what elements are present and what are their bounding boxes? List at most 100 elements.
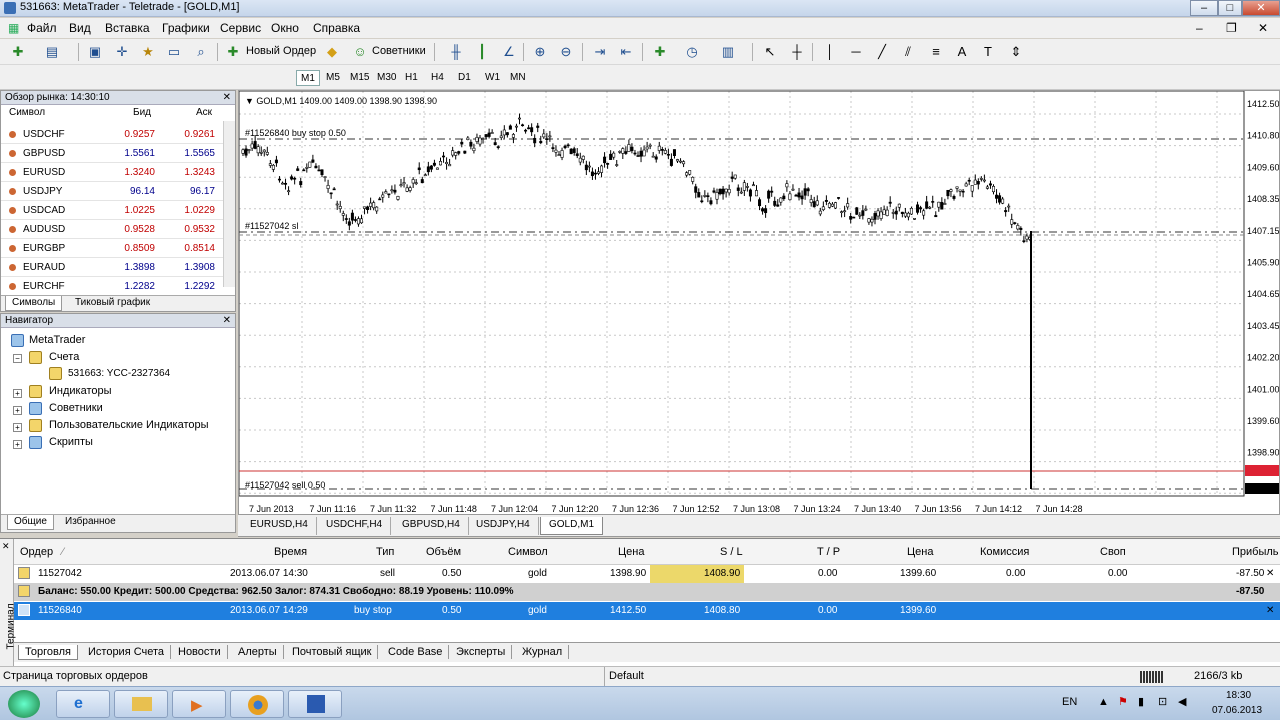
market-watch-row[interactable]: USDCAD 1.0225 1.0229 [1, 201, 223, 220]
chart-tab-usdchf[interactable]: USDCHF,H4 [318, 517, 392, 535]
tf-m1[interactable]: M1 [296, 70, 320, 86]
chart-tab-eurusd[interactable]: EURUSD,H4 [242, 517, 317, 535]
clock-date[interactable]: 07.06.2013 [1212, 705, 1262, 716]
fibonacci-icon[interactable]: ≡ [928, 44, 944, 60]
expand-icon[interactable]: + [13, 406, 22, 415]
price-chart[interactable]: 1412.50 1410.80 1409.60 1408.35 1407.15 1405.… [238, 90, 1280, 515]
nav-custom-indicators[interactable]: Пользовательские Индикаторы [49, 419, 209, 431]
ie-icon[interactable]: e [56, 690, 110, 718]
tab-favorites[interactable]: Избранное [59, 515, 122, 530]
experts-button[interactable]: Советники [372, 45, 426, 57]
zoom-in-icon[interactable]: ⊕ [532, 44, 548, 60]
col-symbol[interactable]: Символ [9, 107, 45, 125]
tab-symbols[interactable]: Символы [5, 296, 63, 311]
close-icon[interactable]: ✕ [223, 314, 231, 328]
order-row[interactable]: 11527042 2013.06.07 14:30 sell 0.50 gold… [14, 565, 1280, 583]
tf-d1[interactable]: D1 [454, 70, 475, 86]
tray-network-icon[interactable]: ▮ [1138, 695, 1144, 708]
col-ask[interactable]: Аск [196, 107, 212, 125]
expand-icon[interactable]: + [13, 423, 22, 432]
tray-arrow-icon[interactable]: ▲ [1098, 696, 1109, 708]
market-watch-row[interactable]: GBPUSD 1.5561 1.5565 [1, 144, 223, 163]
navigator-icon[interactable]: ★ [140, 44, 156, 60]
nav-scripts[interactable]: Скрипты [49, 436, 93, 448]
metaeditor-icon[interactable]: ◆ [324, 44, 340, 60]
pending-sl[interactable]: 1408.80 [704, 605, 740, 616]
nav-account[interactable]: 531663: YCC-2327364 [68, 368, 170, 379]
col-current-price[interactable]: Цена [907, 546, 933, 558]
bar-chart-icon[interactable]: ╫ [448, 44, 464, 60]
tray-volume-icon[interactable]: ◀ [1178, 695, 1186, 708]
chart-tab-gold[interactable]: GOLD,M1 [540, 517, 604, 535]
periods-icon[interactable]: ◷ [684, 44, 700, 60]
profiles-icon[interactable]: ▤ [44, 44, 60, 60]
start-button[interactable] [8, 690, 40, 718]
tf-w1[interactable]: W1 [481, 70, 504, 86]
market-watch-row[interactable]: EURGBP 0.8509 0.8514 [1, 239, 223, 258]
menu-window[interactable]: Окно [271, 21, 299, 35]
col-time[interactable]: Время [274, 546, 307, 558]
market-watch-row[interactable]: USDCHF 0.9257 0.9261 [1, 125, 223, 144]
minimize-button[interactable]: – [1190, 0, 1218, 16]
market-watch-row[interactable]: EURUSD 1.3240 1.3243 [1, 163, 223, 182]
vertical-line-icon[interactable]: │ [822, 44, 838, 60]
nav-experts[interactable]: Советники [49, 402, 103, 414]
col-bid[interactable]: Бид [133, 107, 151, 125]
tab-news[interactable]: Новости [172, 645, 228, 659]
terminal-icon[interactable]: ▭ [166, 44, 182, 60]
col-tp[interactable]: T / P [817, 546, 840, 558]
autoscroll-icon[interactable]: ⇥ [592, 44, 608, 60]
close-icon[interactable]: ✕ [223, 91, 231, 105]
nav-indicators[interactable]: Индикаторы [49, 385, 112, 397]
cursor-icon[interactable]: ↖ [762, 44, 778, 60]
col-sl[interactable]: S / L [720, 546, 743, 558]
col-profit[interactable]: Прибыль [1232, 546, 1279, 558]
expand-icon[interactable]: + [13, 440, 22, 449]
tab-alerts[interactable]: Алерты [232, 645, 284, 659]
col-volume[interactable]: Объём [426, 546, 461, 558]
text-icon[interactable]: A [954, 44, 970, 60]
market-watch-row[interactable]: EURAUD 1.3898 1.3908 [1, 258, 223, 277]
close-icon[interactable]: ✕ [1266, 568, 1274, 579]
strategy-tester-icon[interactable]: ⌕ [193, 44, 209, 60]
templates-icon[interactable]: ▥ [720, 44, 736, 60]
zoom-out-icon[interactable]: ⊖ [558, 44, 574, 60]
text-label-icon[interactable]: T [980, 44, 996, 60]
col-order[interactable]: Ордер [20, 546, 53, 558]
chart-tab-gbpusd[interactable]: GBPUSD,H4 [394, 517, 469, 535]
scrollbar[interactable] [223, 121, 235, 287]
mdi-restore[interactable]: ❐ [1226, 21, 1237, 35]
chart-canvas[interactable]: 1412.50 1410.80 1409.60 1408.35 1407.15 1405.… [239, 91, 1279, 514]
tray-flag-icon[interactable]: ⚑ [1118, 695, 1128, 708]
data-window-icon[interactable]: ✛ [114, 44, 130, 60]
tab-mailbox[interactable]: Почтовый ящик [286, 645, 379, 659]
crosshair-icon[interactable]: ┼ [789, 44, 805, 60]
market-watch-icon[interactable]: ▣ [87, 44, 103, 60]
tab-experts[interactable]: Эксперты [450, 645, 513, 659]
tab-tick-chart[interactable]: Тиковый график [69, 296, 156, 311]
chrome-icon[interactable] [230, 690, 284, 718]
candlestick-icon[interactable]: ┃ [474, 44, 490, 60]
close-icon[interactable]: ✕ [2, 541, 10, 552]
language-indicator[interactable]: EN [1062, 696, 1077, 708]
close-button[interactable]: ✕ [1242, 0, 1280, 16]
col-swap[interactable]: Своп [1100, 546, 1126, 558]
trendline-icon[interactable]: ╱ [874, 44, 890, 60]
tab-common[interactable]: Общие [7, 515, 54, 530]
tf-m5[interactable]: M5 [322, 70, 344, 86]
tf-m15[interactable]: M15 [346, 70, 373, 86]
chart-shift-icon[interactable]: ⇤ [618, 44, 634, 60]
new-chart-icon[interactable]: ✚ [10, 44, 26, 60]
menu-tools[interactable]: Сервис [220, 21, 261, 35]
media-player-icon[interactable]: ▶ [172, 690, 226, 718]
new-order-button[interactable]: Новый Ордер [246, 45, 316, 57]
tf-m30[interactable]: M30 [373, 70, 400, 86]
nav-root[interactable]: MetaTrader [29, 334, 85, 346]
chart-tab-usdjpy[interactable]: USDJPY,H4 [468, 517, 539, 535]
tab-code-base[interactable]: Code Base [382, 645, 450, 659]
experts-icon[interactable]: ☺ [352, 44, 368, 60]
tray-device-icon[interactable]: ⊡ [1158, 695, 1167, 708]
pending-tp[interactable]: 0.00 [818, 605, 837, 616]
tab-account-history[interactable]: История Счета [82, 645, 172, 659]
order-sl[interactable]: 1408.90 [704, 568, 740, 579]
